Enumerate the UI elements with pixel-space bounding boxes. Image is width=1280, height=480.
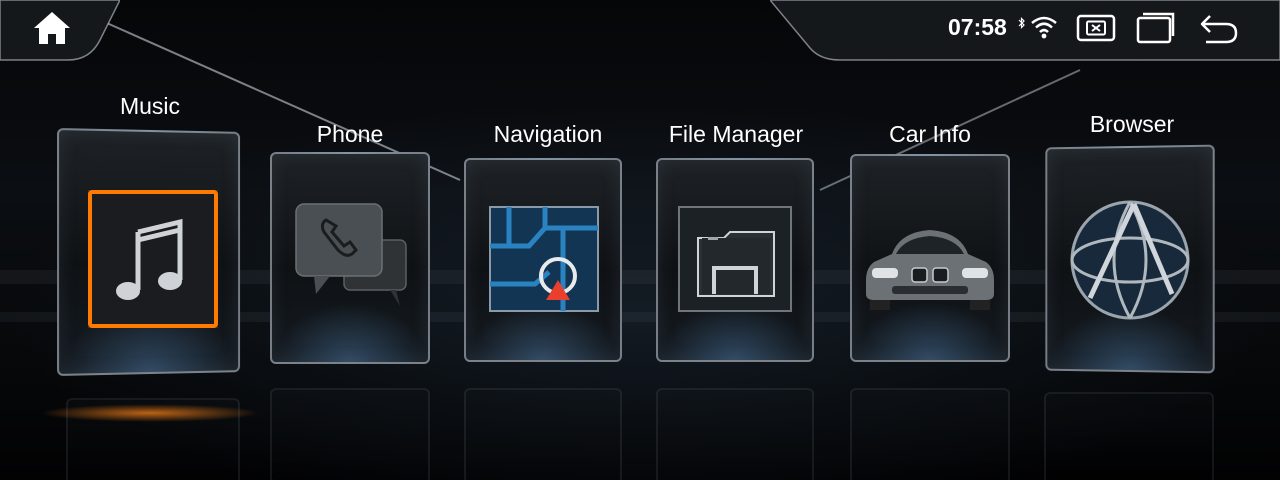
app-browser[interactable]: Browser <box>1034 104 1230 380</box>
reflection-file-manager <box>656 388 814 480</box>
bluetooth-icon <box>1018 16 1026 30</box>
reflection-phone <box>270 388 430 480</box>
globe-icon <box>1068 198 1192 322</box>
app-label-music: Music <box>40 92 260 120</box>
car-icon <box>862 224 998 314</box>
reflection-browser <box>1044 392 1214 480</box>
app-label-file-manager: File Manager <box>648 120 824 148</box>
close-window-button[interactable] <box>1076 13 1116 43</box>
app-file-manager[interactable]: File Manager <box>648 116 824 376</box>
map-pin-icon <box>489 206 599 312</box>
reflection-music <box>66 398 240 480</box>
back-icon <box>1198 12 1240 46</box>
music-note-icon <box>88 190 218 328</box>
folder-icon <box>678 206 792 312</box>
reflection-car-info <box>850 388 1010 480</box>
app-phone[interactable]: Phone <box>260 116 440 376</box>
back-button[interactable] <box>1198 12 1240 46</box>
wifi-icon <box>1030 14 1058 40</box>
app-music[interactable]: Music <box>40 88 260 388</box>
app-label-browser: Browser <box>1034 110 1230 138</box>
app-navigation[interactable]: Navigation <box>452 116 644 376</box>
home-button[interactable] <box>30 8 74 48</box>
app-label-phone: Phone <box>260 120 440 148</box>
app-label-navigation: Navigation <box>452 120 644 148</box>
phone-chat-icon <box>294 202 410 312</box>
recent-apps-button[interactable] <box>1136 12 1176 44</box>
home-icon <box>30 8 74 48</box>
recent-apps-icon <box>1136 12 1176 44</box>
close-window-icon <box>1076 13 1116 43</box>
home-screen: 07:58 Music Phone Navigation File Manage… <box>0 0 1280 480</box>
app-car-info[interactable]: Car Info <box>840 116 1020 376</box>
status-time: 07:58 <box>948 13 1012 41</box>
reflection-navigation <box>464 388 622 480</box>
app-label-car-info: Car Info <box>840 120 1020 148</box>
